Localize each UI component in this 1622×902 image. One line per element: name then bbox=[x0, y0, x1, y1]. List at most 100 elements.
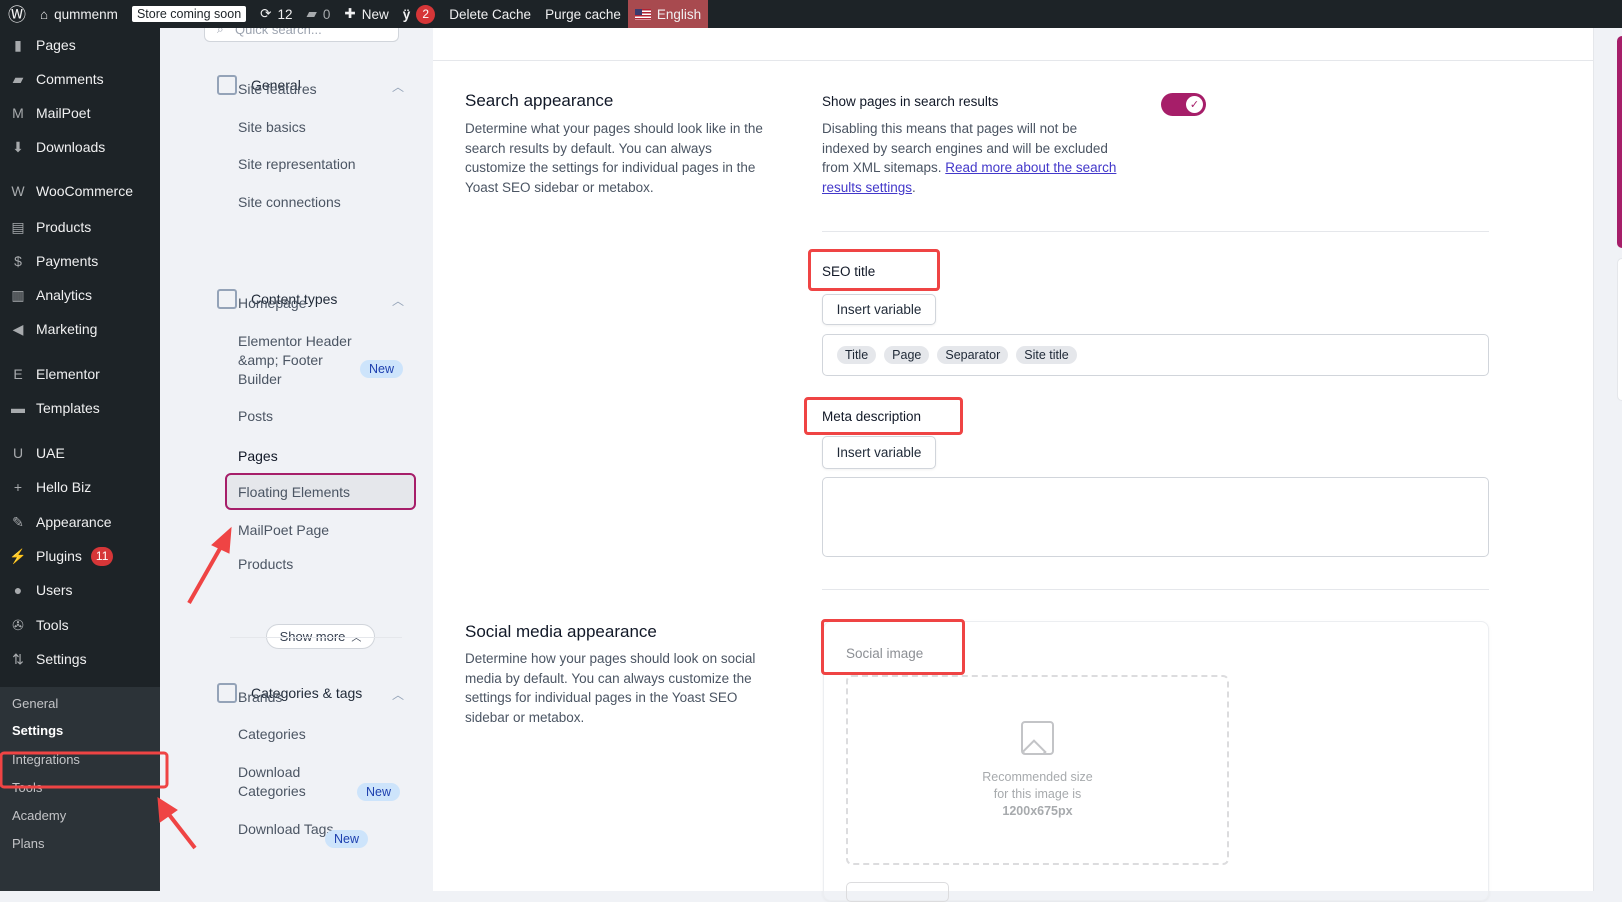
users-icon: ● bbox=[13, 582, 23, 598]
nav-item[interactable]: Site features bbox=[238, 80, 317, 99]
wp-menu-item-users[interactable]: ● Users bbox=[0, 575, 160, 605]
nav-item[interactable]: Floating Elements bbox=[238, 483, 350, 502]
image-placeholder-icon bbox=[1021, 720, 1054, 755]
wp-menu-item-downloads[interactable]: ⬇ Downloads bbox=[0, 132, 160, 162]
site-name: qummenm bbox=[54, 6, 118, 22]
wp-menu-item-mailpoet[interactable]: M MailPoet bbox=[0, 98, 160, 128]
social-image-dropzone[interactable]: Recommended size for this image is 1200x… bbox=[846, 675, 1229, 865]
menu-label: UAE bbox=[36, 445, 65, 461]
wp-menu-item-woocommerce[interactable]: W WooCommerce bbox=[0, 176, 160, 206]
nav-item[interactable]: Elementor Header &amp; Footer Builder bbox=[238, 332, 356, 389]
yoast-submenu: General Settings Integrations Tools Academy P… bbox=[0, 687, 160, 891]
updates-icon: ⟳ bbox=[260, 6, 272, 21]
updates-link[interactable]: ⟳ 12 bbox=[253, 0, 299, 28]
wordpress-logo-icon[interactable]: Ⓦ bbox=[0, 0, 33, 28]
nav-item[interactable]: Homepage bbox=[238, 294, 307, 313]
menu-label: Comments bbox=[36, 71, 104, 87]
wp-menu-item-payments[interactable]: $ Payments bbox=[0, 246, 160, 276]
menu-label: Users bbox=[36, 582, 73, 598]
language-label: English bbox=[656, 6, 702, 22]
nav-item[interactable]: Posts bbox=[238, 407, 273, 426]
menu-label: MailPoet bbox=[36, 105, 91, 121]
nav-item[interactable]: Categories bbox=[238, 725, 306, 744]
submenu-settings[interactable]: Settings bbox=[12, 723, 63, 738]
quick-search-input[interactable] bbox=[235, 28, 395, 37]
wp-menu-item-plugins[interactable]: ⚡ Plugins 11 bbox=[0, 541, 160, 571]
submenu-tools[interactable]: Tools bbox=[12, 780, 42, 795]
wp-menu-item-tools[interactable]: ✇ Tools bbox=[0, 610, 160, 640]
monitor-icon bbox=[217, 75, 237, 95]
nav-item[interactable]: Site representation bbox=[238, 155, 356, 174]
yoast-count-badge: 2 bbox=[416, 4, 436, 24]
insert-variable-button[interactable]: Insert variable bbox=[822, 436, 936, 469]
show-pages-toggle[interactable]: ✓ bbox=[1161, 93, 1206, 116]
premium-promo-card[interactable] bbox=[1617, 36, 1622, 248]
menu-label: Pages bbox=[36, 37, 76, 53]
social-appearance-description: Determine how your pages should look on … bbox=[465, 651, 756, 725]
nav-item[interactable]: Download Tags bbox=[238, 820, 333, 839]
marketing-icon: ◀ bbox=[12, 320, 24, 337]
nav-item[interactable]: Site connections bbox=[238, 193, 341, 212]
wp-menu-item-comments[interactable]: ▰ Comments bbox=[0, 64, 160, 94]
updates-count: 12 bbox=[277, 6, 293, 22]
yoast-adminbar-link[interactable]: ÿ2 bbox=[396, 0, 443, 28]
variable-pill[interactable]: Separator bbox=[937, 346, 1009, 364]
purge-cache-link[interactable]: Purge cache bbox=[538, 0, 628, 28]
nav-item[interactable]: Download Categories bbox=[238, 763, 318, 801]
chevron-up-icon[interactable]: ︿ bbox=[392, 292, 404, 309]
select-image-button[interactable] bbox=[846, 882, 949, 902]
menu-label: Products bbox=[36, 219, 92, 235]
delete-cache-link[interactable]: Delete Cache bbox=[442, 0, 538, 28]
wp-menu-item-settings[interactable]: ⇅ Settings bbox=[0, 644, 160, 674]
search-appearance-heading: Search appearance bbox=[465, 91, 614, 110]
settings-main: Search appearance Determine what your pa… bbox=[433, 28, 1593, 902]
admin-bar: Ⓦ ⌂ qummenm Store coming soon ⟳ 12 ▰ 0 ✚ New… bbox=[0, 0, 1622, 28]
chevron-up-icon[interactable]: ︿ bbox=[392, 78, 404, 95]
language-switcher[interactable]: English bbox=[627, 0, 709, 28]
store-coming-soon-badge[interactable]: Store coming soon bbox=[131, 6, 247, 22]
pages-icon: ▮ bbox=[14, 36, 22, 53]
sidebar-right bbox=[1593, 28, 1622, 891]
wp-menu-item-appearance[interactable]: ✎ Appearance bbox=[0, 507, 160, 537]
nav-item[interactable]: Products bbox=[238, 555, 293, 574]
wp-menu-item-hello-biz[interactable]: + Hello Biz bbox=[0, 472, 160, 502]
new-content-link[interactable]: ✚ New bbox=[337, 0, 395, 28]
update-count-badge: 11 bbox=[90, 546, 114, 566]
meta-description-input[interactable] bbox=[822, 477, 1489, 557]
variable-pill[interactable]: Page bbox=[884, 346, 930, 364]
yoast-icon: ÿ bbox=[402, 6, 411, 22]
wp-menu-item-elementor[interactable]: E Elementor bbox=[0, 359, 160, 389]
submenu-integrations[interactable]: Integrations bbox=[12, 752, 80, 767]
new-badge: New bbox=[357, 783, 401, 801]
submenu-plans[interactable]: Plans bbox=[12, 836, 45, 851]
wp-menu-item-pages[interactable]: ▮ Pages bbox=[0, 30, 160, 60]
nav-item[interactable]: Brands bbox=[238, 688, 282, 707]
menu-label: Appearance bbox=[36, 514, 112, 530]
menu-label: Hello Biz bbox=[36, 479, 92, 495]
promo-card[interactable] bbox=[1617, 258, 1622, 401]
wp-menu-item-templates[interactable]: ▬ Templates bbox=[0, 393, 160, 423]
nav-item[interactable]: Site basics bbox=[238, 118, 306, 137]
menu-label: Plugins bbox=[36, 548, 82, 564]
recommended-size-text: Recommended size bbox=[982, 769, 1093, 784]
menu-label: WooCommerce bbox=[36, 183, 133, 199]
wp-menu-item-analytics[interactable]: ▥ Analytics bbox=[0, 280, 160, 310]
submenu-academy[interactable]: Academy bbox=[12, 808, 66, 823]
submenu-general[interactable]: General bbox=[12, 696, 58, 711]
quick-search-box[interactable]: ⌕ bbox=[204, 28, 399, 42]
social-appearance-heading: Social media appearance bbox=[465, 622, 657, 641]
variable-pill[interactable]: Title bbox=[837, 346, 877, 364]
wp-menu-item-uae[interactable]: U UAE bbox=[0, 438, 160, 468]
nav-item[interactable]: Pages bbox=[238, 447, 278, 466]
seo-title-input[interactable]: Title Page Separator Site title bbox=[822, 334, 1489, 376]
wp-menu-item-products[interactable]: ▤ Products bbox=[0, 212, 160, 242]
variable-pill[interactable]: Site title bbox=[1016, 346, 1077, 364]
divider bbox=[822, 231, 1489, 232]
insert-variable-button[interactable]: Insert variable bbox=[822, 294, 936, 325]
site-name-link[interactable]: ⌂ qummenm bbox=[33, 0, 125, 28]
chevron-up-icon[interactable]: ︿ bbox=[392, 686, 404, 703]
comments-link[interactable]: ▰ 0 bbox=[300, 0, 338, 28]
wp-menu-item-marketing[interactable]: ◀ Marketing bbox=[0, 314, 160, 344]
new-label: New bbox=[361, 6, 389, 22]
nav-item[interactable]: MailPoet Page bbox=[238, 521, 329, 540]
